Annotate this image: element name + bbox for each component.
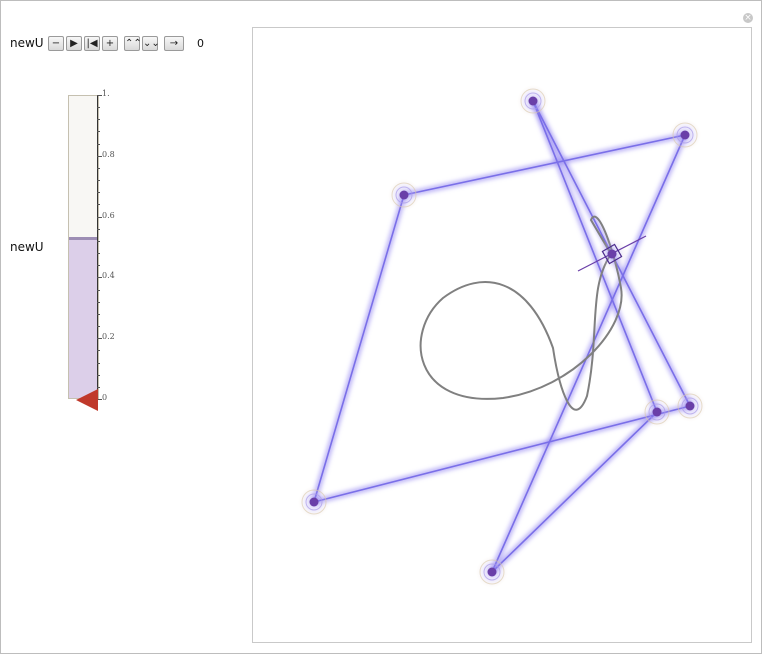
slower-button[interactable]: ⌄⌄	[142, 36, 160, 51]
control-point[interactable]	[669, 119, 701, 151]
slider-tick	[97, 168, 100, 169]
slider-tick-label: 0.6	[102, 211, 115, 220]
close-icon[interactable]: ×	[743, 13, 753, 23]
control-polygon	[311, 99, 693, 575]
control-point[interactable]	[298, 486, 330, 518]
slider-tick-label: 0.2	[102, 332, 115, 341]
slider-fill	[69, 237, 98, 398]
slider-tick	[97, 302, 100, 303]
slider-tick	[97, 350, 100, 351]
reset-button[interactable]: |◀	[84, 36, 100, 51]
slider-tick-label: 0	[102, 393, 108, 402]
minus-button[interactable]: −	[48, 36, 64, 51]
slider-tick	[97, 144, 100, 145]
slider-tick	[97, 204, 100, 205]
slider-tick	[97, 326, 100, 327]
control-point[interactable]	[517, 85, 549, 117]
control-points	[298, 85, 706, 588]
slider-tick	[97, 253, 100, 254]
slider-tick	[97, 265, 100, 266]
slider-tick	[97, 119, 100, 120]
slider-tick	[97, 314, 100, 315]
plot-svg	[298, 85, 706, 588]
slider-tick	[97, 107, 100, 108]
control-point[interactable]	[674, 390, 706, 422]
slider-axis	[97, 95, 98, 399]
slider-tick	[97, 290, 100, 291]
slider-tick	[97, 241, 100, 242]
value-readout: 0	[197, 37, 204, 50]
slider-label: newU	[10, 240, 44, 254]
slider-tick	[97, 180, 100, 181]
plus-button[interactable]: +	[102, 36, 118, 51]
control-point[interactable]	[388, 179, 420, 211]
slider-tick-label: 1.	[102, 89, 110, 98]
slider-thumb[interactable]	[76, 389, 98, 411]
param-label: newU	[10, 36, 44, 50]
slider-tick	[97, 375, 100, 376]
app-frame: × newU − ▶ |◀ + ⌃⌃ ⌄⌄ → 0 newU 0 0.2 0.4 0.…	[0, 0, 762, 654]
control-point[interactable]	[476, 556, 508, 588]
slider-tick	[97, 387, 100, 388]
play-button[interactable]: ▶	[66, 36, 82, 51]
faster-button[interactable]: ⌃⌃	[124, 36, 142, 51]
slider-tick	[97, 363, 100, 364]
control-point[interactable]	[641, 396, 673, 428]
slider-tick	[97, 131, 100, 132]
slider-tick-label: 0.8	[102, 150, 115, 159]
vertical-slider[interactable]	[68, 95, 99, 399]
slider-tick-label: 0.4	[102, 271, 115, 280]
slider-tick	[97, 192, 100, 193]
plot-area	[252, 27, 752, 643]
slider-tick	[97, 229, 100, 230]
direction-button[interactable]: →	[164, 36, 184, 51]
